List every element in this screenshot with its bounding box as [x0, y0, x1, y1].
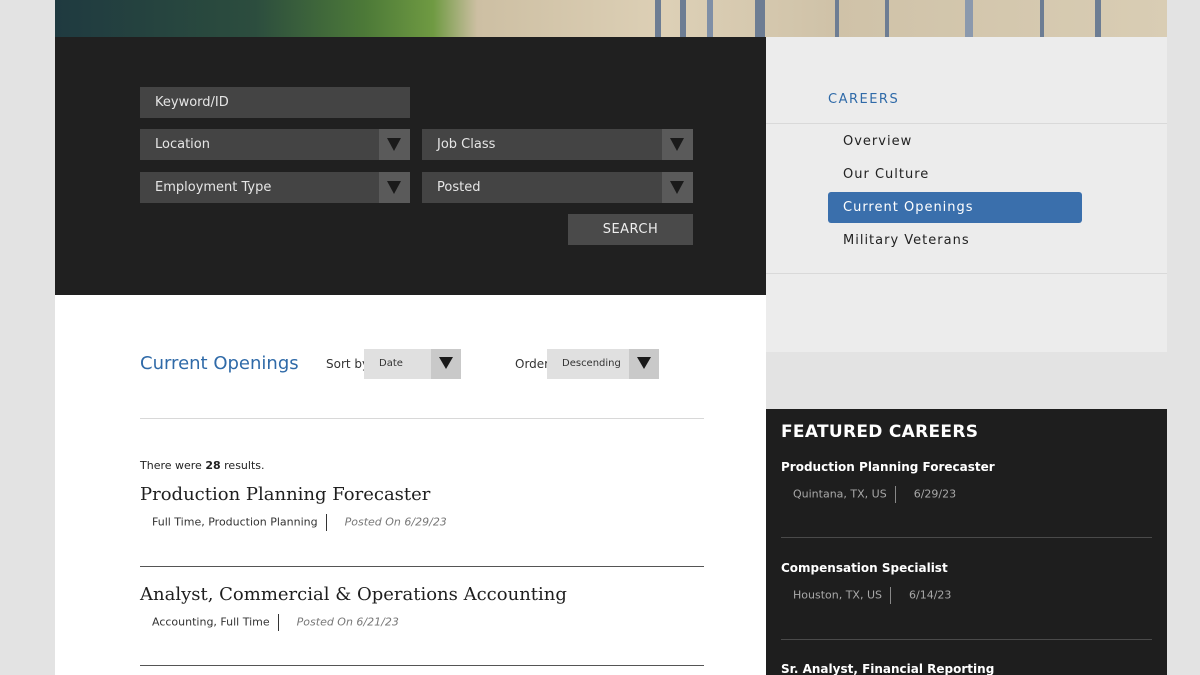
order-label: Order: [515, 357, 550, 371]
chevron-down-icon[interactable]: [431, 349, 461, 379]
separator: [277, 614, 279, 631]
order-value: Descending: [562, 358, 621, 369]
order-select[interactable]: Descending: [547, 349, 659, 379]
posted-label: Posted: [437, 180, 481, 195]
featured-job-location: Houston, TX, US: [793, 588, 882, 602]
featured-job-meta: Houston, TX, US 6/14/23: [793, 587, 951, 604]
separator: [894, 486, 896, 503]
search-button[interactable]: SEARCH: [568, 214, 693, 245]
chevron-down-icon[interactable]: [629, 349, 659, 379]
featured-heading: FEATURED CAREERS: [781, 422, 979, 442]
chevron-down-icon[interactable]: [662, 172, 693, 203]
job-class-select[interactable]: Job Class: [422, 129, 693, 160]
keyword-placeholder: Keyword/ID: [155, 95, 229, 110]
sort-by-label: Sort by: [326, 357, 370, 371]
job-meta: Full Time, Production Planning Posted On …: [152, 514, 447, 531]
job-meta: Accounting, Full Time Posted On 6/21/23: [152, 614, 399, 631]
divider: [140, 566, 704, 567]
chevron-down-icon[interactable]: [662, 129, 693, 160]
featured-careers-panel: FEATURED CAREERS Production Planning For…: [766, 409, 1167, 675]
job-title-link[interactable]: Analyst, Commercial & Operations Account…: [140, 584, 567, 605]
job-search-panel: Keyword/ID Location Job Class Employment…: [55, 37, 766, 295]
divider: [781, 639, 1152, 640]
sort-by-select[interactable]: Date: [364, 349, 461, 379]
separator: [890, 587, 891, 604]
divider: [766, 273, 1167, 274]
job-class-label: Job Class: [437, 137, 496, 152]
results-suffix: results.: [224, 459, 265, 472]
separator: [325, 514, 327, 531]
featured-job-link[interactable]: Sr. Analyst, Financial Reporting: [781, 662, 994, 675]
divider: [781, 537, 1152, 538]
featured-job-link[interactable]: Compensation Specialist: [781, 561, 948, 575]
employment-type-label: Employment Type: [155, 180, 272, 195]
sidenav-item-our-culture[interactable]: Our Culture: [828, 159, 1082, 190]
chevron-down-icon[interactable]: [379, 172, 410, 203]
location-label: Location: [155, 137, 210, 152]
careers-sidenav: CAREERS Overview Our Culture Current Ope…: [766, 37, 1167, 352]
sidenav-item-current-openings[interactable]: Current Openings: [828, 192, 1082, 223]
featured-job-date: 6/14/23: [909, 588, 952, 602]
keyword-input[interactable]: Keyword/ID: [140, 87, 410, 118]
posted-select[interactable]: Posted: [422, 172, 693, 203]
divider: [766, 123, 1167, 124]
featured-job-date: 6/29/23: [913, 487, 957, 501]
page-title: Current Openings: [140, 353, 299, 374]
sidenav-item-overview[interactable]: Overview: [828, 126, 1082, 157]
job-tags: Accounting, Full Time: [152, 615, 270, 629]
job-posted-date: Posted On 6/21/23: [296, 615, 399, 629]
featured-job-link[interactable]: Production Planning Forecaster: [781, 460, 995, 474]
location-select[interactable]: Location: [140, 129, 410, 160]
sidenav-item-military-veterans[interactable]: Military Veterans: [828, 225, 1082, 256]
results-count-text: There were 28 results.: [140, 459, 265, 472]
employment-type-select[interactable]: Employment Type: [140, 172, 410, 203]
chevron-down-icon[interactable]: [379, 129, 410, 160]
results-prefix: There were: [140, 459, 202, 472]
featured-job-location: Quintana, TX, US: [793, 487, 887, 501]
job-posted-date: Posted On 6/29/23: [344, 515, 447, 529]
sort-by-value: Date: [379, 358, 403, 369]
job-tags: Full Time, Production Planning: [152, 515, 318, 529]
job-title-link[interactable]: Production Planning Forecaster: [140, 484, 430, 505]
divider: [140, 665, 704, 666]
results-count: 28: [205, 459, 221, 472]
header-banner-image: [55, 0, 1167, 37]
divider: [140, 418, 704, 419]
featured-job-meta: Quintana, TX, US 6/29/23: [793, 486, 956, 503]
openings-list-section: Current Openings Sort by Date Order Desc…: [55, 295, 766, 675]
sidenav-heading[interactable]: CAREERS: [828, 92, 899, 107]
